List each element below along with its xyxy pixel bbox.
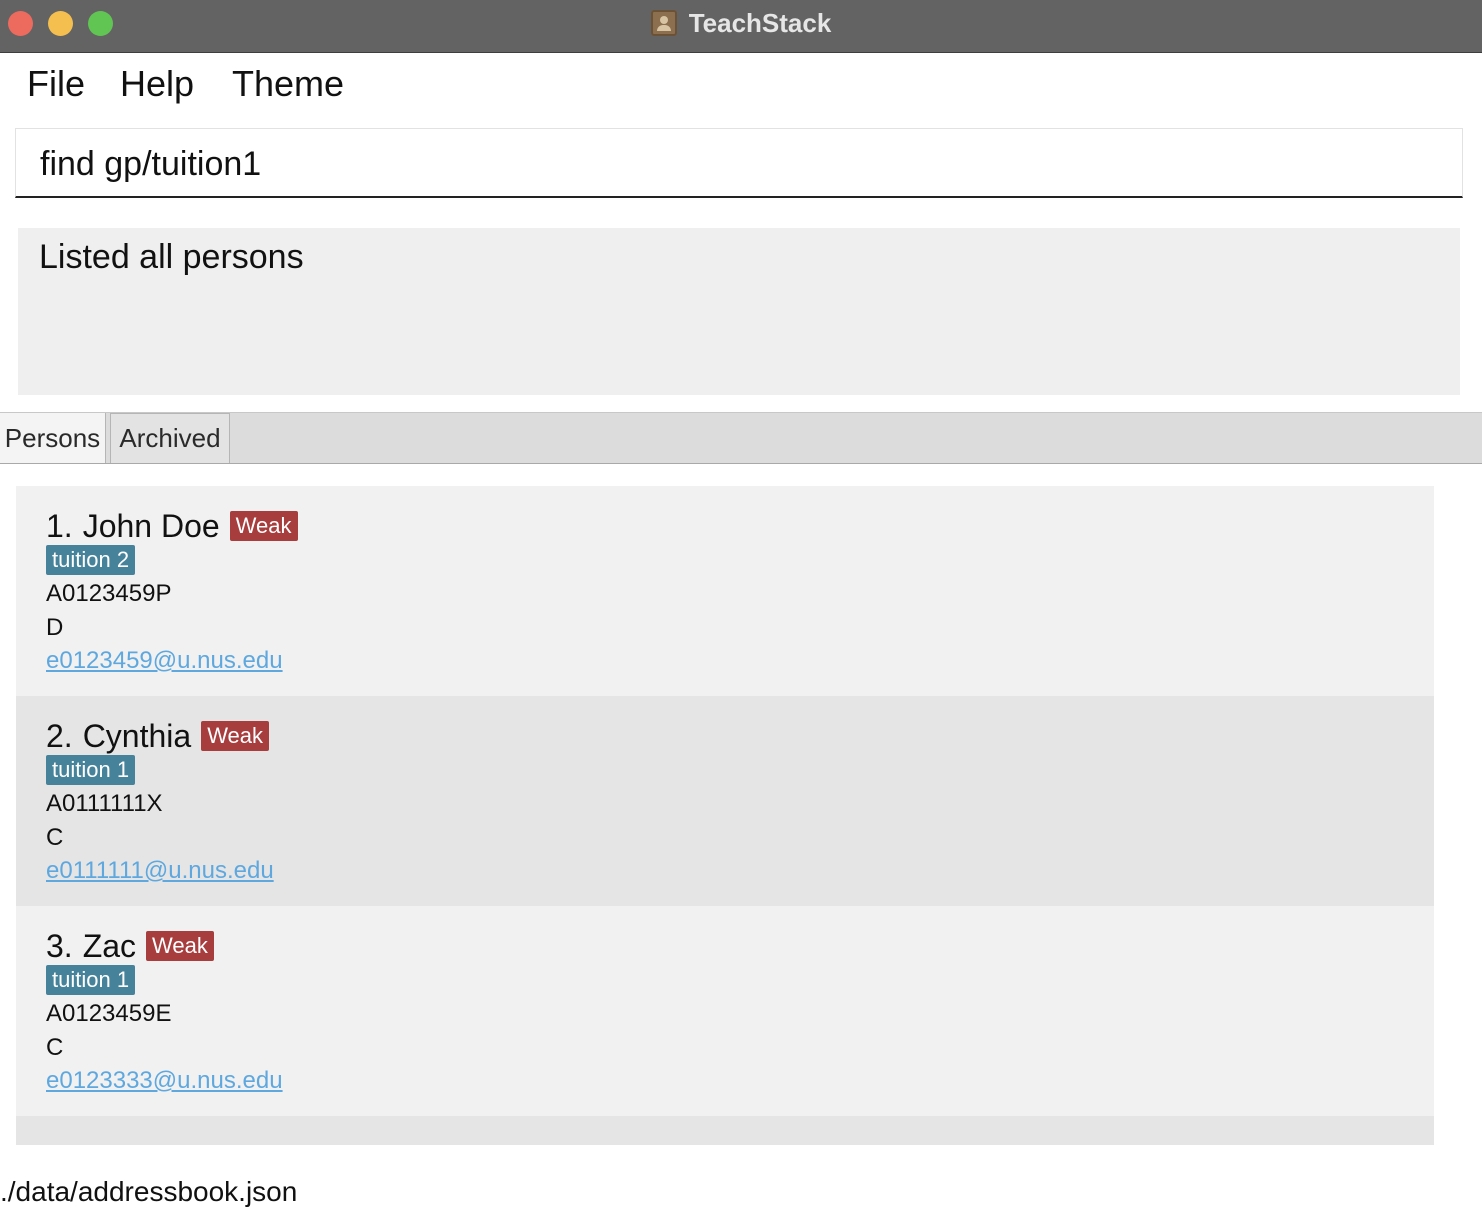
menu-file[interactable]: File [27, 63, 85, 105]
student-id: A0123459E [46, 1000, 172, 1027]
result-display: Listed all persons [18, 228, 1460, 395]
person-index: 2. [46, 717, 73, 754]
person-card[interactable]: 1. John Doe Weak tuition 2 A0123459P D e… [16, 486, 1434, 696]
window-title-group: TeachStack [0, 0, 1482, 46]
student-id: A0123459P [46, 580, 172, 607]
person-name: Cynthia [82, 717, 192, 754]
result-message: Listed all persons [39, 238, 304, 276]
person-name: Zac [82, 927, 137, 964]
grade: C [46, 1034, 64, 1061]
weak-tag: Weak [229, 511, 298, 541]
email-link[interactable]: e0123333@u.nus.edu [46, 1067, 283, 1095]
grade: D [46, 614, 64, 641]
menu-help[interactable]: Help [120, 63, 194, 105]
tab-bar: Persons Archived [0, 412, 1482, 464]
person-name-line: 3. Zac Weak [46, 926, 214, 966]
window-title: TeachStack [688, 7, 832, 38]
tab-archived[interactable]: Archived [110, 413, 230, 463]
group-tag: tuition 1 [46, 755, 136, 785]
command-input[interactable] [38, 139, 1442, 189]
group-tag: tuition 2 [46, 545, 136, 575]
grade: C [46, 824, 64, 851]
tab-persons[interactable]: Persons [0, 413, 106, 463]
weak-tag: Weak [201, 721, 270, 751]
person-card[interactable]: 2. Cynthia Weak tuition 1 A0111111X C e0… [16, 696, 1434, 906]
person-name-line: 2. Cynthia Weak [46, 716, 270, 756]
title-bar: TeachStack [0, 0, 1482, 53]
group-tag: tuition 1 [46, 965, 136, 995]
command-box [15, 128, 1463, 198]
person-index: 3. [46, 927, 73, 964]
person-index: 1. [46, 507, 73, 544]
person-list[interactable]: 1. John Doe Weak tuition 2 A0123459P D e… [16, 486, 1434, 1145]
menu-theme[interactable]: Theme [232, 63, 344, 105]
email-link[interactable]: e0123459@u.nus.edu [46, 647, 283, 675]
person-name: John Doe [82, 507, 220, 544]
person-card[interactable]: 3. Zac Weak tuition 1 A0123459E C e01233… [16, 906, 1434, 1116]
weak-tag: Weak [146, 931, 214, 961]
person-name-line: 1. John Doe Weak [46, 506, 298, 546]
email-link[interactable]: e0111111@u.nus.edu [46, 857, 274, 885]
menu-bar: File Help Theme [0, 53, 1482, 117]
status-bar-file-path: ./data/addressbook.json [0, 1176, 298, 1207]
app-icon [650, 10, 677, 36]
student-id: A0111111X [46, 790, 163, 817]
